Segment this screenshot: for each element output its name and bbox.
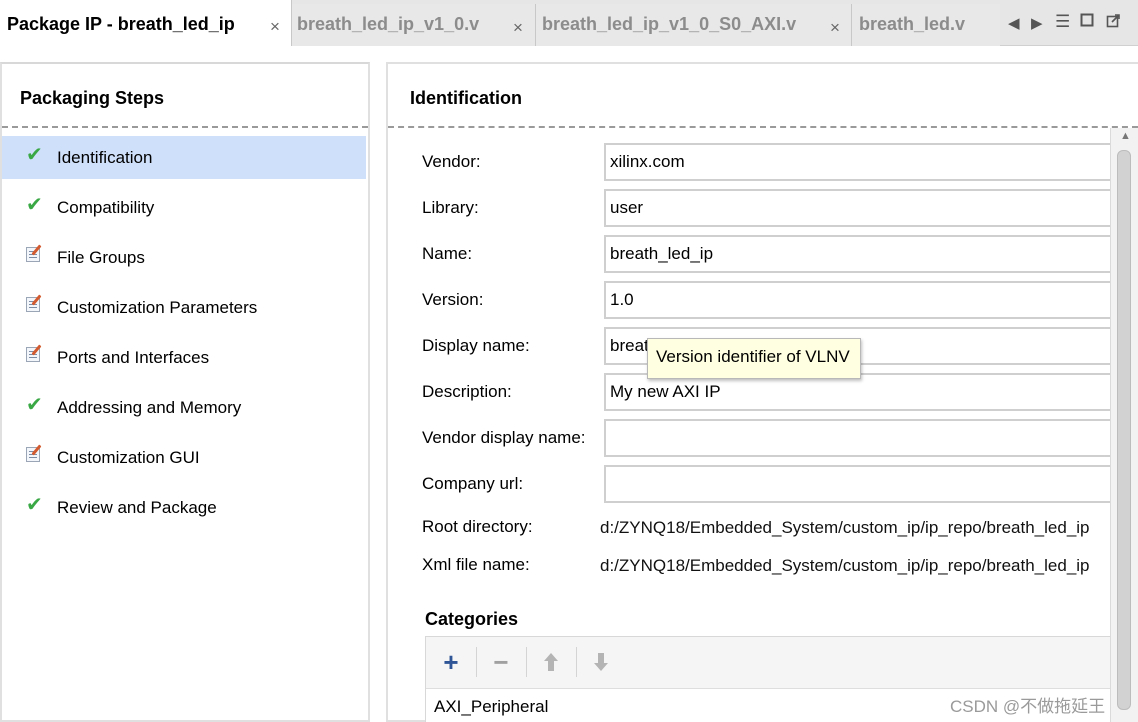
packaging-steps-pane: Packaging Steps ✔ Identification ✔ Compa…: [0, 62, 370, 722]
check-icon: ✔: [26, 494, 43, 516]
tab-label: breath_led_ip_v1_0.v: [297, 14, 480, 34]
categories-title: Categories: [425, 609, 519, 629]
xml-file-name-value: d:/ZYNQ18/Embedded_System/custom_ip/ip_r…: [600, 556, 1090, 575]
step-file-groups[interactable]: File Groups: [2, 236, 366, 279]
watermark: CSDN @不做拖延王: [950, 697, 1106, 716]
add-icon[interactable]: +: [434, 645, 468, 679]
version-field[interactable]: [604, 281, 1124, 319]
restore-icon[interactable]: [1106, 13, 1121, 32]
edit-icon: [26, 345, 46, 365]
version-label: Version:: [422, 290, 484, 309]
divider: [388, 126, 1138, 128]
divider: [2, 126, 368, 128]
step-customization-parameters[interactable]: Customization Parameters: [2, 286, 366, 329]
close-icon[interactable]: ×: [270, 17, 280, 37]
vendor-display-name-label: Vendor display name:: [422, 428, 586, 447]
library-label: Library:: [422, 198, 479, 217]
remove-icon[interactable]: −: [484, 645, 518, 679]
edit-icon: [26, 295, 46, 315]
display-name-label: Display name:: [422, 336, 530, 355]
step-compatibility[interactable]: ✔ Compatibility: [2, 186, 366, 229]
tab-package-ip[interactable]: Package IP - breath_led_ip ×: [0, 0, 292, 46]
step-label: Addressing and Memory: [57, 398, 242, 417]
company-url-field[interactable]: [604, 465, 1124, 503]
maximize-icon[interactable]: [1080, 13, 1094, 31]
tab-breath-led-ip-v1-0[interactable]: breath_led_ip_v1_0.v ×: [292, 4, 536, 46]
tab-breath-led[interactable]: breath_led.v: [852, 4, 1000, 46]
tab-breath-led-ip-s0-axi[interactable]: breath_led_ip_v1_0_S0_AXI.v ×: [536, 4, 852, 46]
name-label: Name:: [422, 244, 473, 263]
toolbar-separator: [576, 647, 577, 677]
check-icon: ✔: [26, 194, 43, 216]
description-label: Description:: [422, 382, 512, 401]
chevron-left-icon[interactable]: ◀: [1008, 14, 1020, 32]
step-ports-and-interfaces[interactable]: Ports and Interfaces: [2, 336, 366, 379]
root-directory-label: Root directory:: [422, 517, 533, 536]
library-field[interactable]: [604, 189, 1124, 227]
toolbar-separator: [526, 647, 527, 677]
tab-label: breath_led_ip_v1_0_S0_AXI.v: [542, 14, 797, 34]
step-label: Compatibility: [57, 198, 155, 217]
tab-label: Package IP - breath_led_ip: [7, 14, 235, 34]
xml-file-name-label: Xml file name:: [422, 555, 530, 574]
step-label: Ports and Interfaces: [57, 348, 210, 367]
move-up-icon[interactable]: [534, 645, 568, 679]
section-title: Identification: [410, 88, 522, 108]
name-field[interactable]: [604, 235, 1124, 273]
categories-toolbar: + −: [426, 637, 1114, 689]
edit-icon: [26, 445, 46, 465]
chevron-right-icon[interactable]: ▶: [1031, 14, 1043, 32]
list-menu-icon[interactable]: ☰: [1055, 12, 1070, 32]
company-url-label: Company url:: [422, 474, 524, 493]
edit-icon: [26, 245, 46, 265]
editor-tab-bar: Package IP - breath_led_ip × breath_led_…: [0, 0, 1138, 46]
vertical-scrollbar[interactable]: ▲: [1110, 128, 1138, 722]
tooltip: Version identifier of VLNV: [647, 338, 861, 379]
vendor-label: Vendor:: [422, 152, 481, 171]
scroll-up-icon[interactable]: ▲: [1120, 130, 1131, 142]
scroll-thumb[interactable]: [1117, 150, 1131, 710]
list-item[interactable]: AXI_Peripheral: [434, 697, 548, 717]
identification-pane: Identification Vendor: Library: Name: Ve…: [386, 62, 1138, 722]
vendor-field[interactable]: [604, 143, 1124, 181]
step-label: File Groups: [57, 248, 145, 267]
close-icon[interactable]: ×: [830, 18, 840, 38]
step-label: Customization Parameters: [57, 298, 258, 317]
close-icon[interactable]: ×: [513, 18, 523, 38]
toolbar-separator: [476, 647, 477, 677]
pane-title: Packaging Steps: [20, 88, 165, 108]
step-label: Identification: [57, 148, 153, 167]
step-customization-gui[interactable]: Customization GUI: [2, 436, 366, 479]
step-review-and-package[interactable]: ✔ Review and Package: [2, 486, 366, 529]
tab-label: breath_led.v: [859, 14, 966, 34]
move-down-icon[interactable]: [584, 645, 618, 679]
step-label: Customization GUI: [57, 448, 200, 467]
check-icon: ✔: [26, 394, 43, 416]
check-icon: ✔: [26, 144, 43, 166]
root-directory-value: d:/ZYNQ18/Embedded_System/custom_ip/ip_r…: [600, 518, 1090, 537]
step-addressing-and-memory[interactable]: ✔ Addressing and Memory: [2, 386, 366, 429]
vendor-display-name-field[interactable]: [604, 419, 1124, 457]
step-identification[interactable]: ✔ Identification: [2, 136, 366, 179]
step-label: Review and Package: [57, 498, 217, 517]
